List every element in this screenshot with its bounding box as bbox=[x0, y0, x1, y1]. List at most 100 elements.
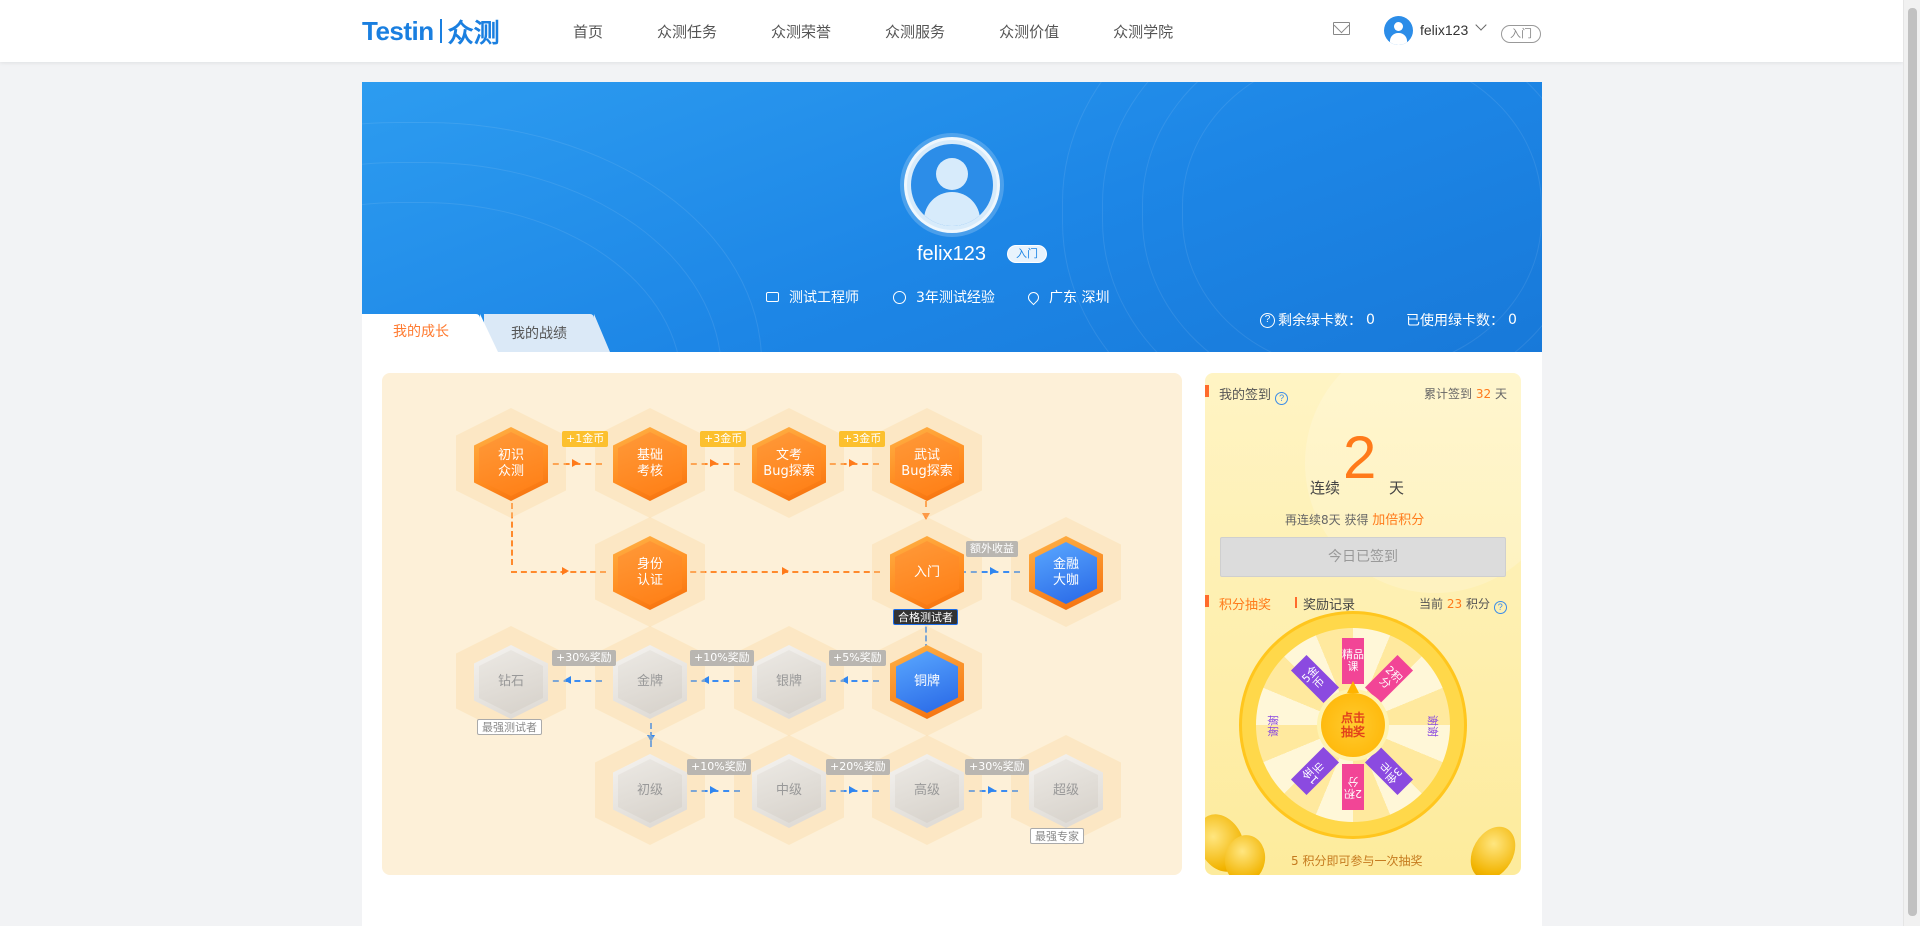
stage-label: 入门 bbox=[913, 565, 940, 580]
stage-label: 初识 bbox=[497, 448, 524, 463]
scroll-thumb[interactable] bbox=[1908, 8, 1917, 916]
reward-tag: +10%奖励 bbox=[690, 650, 754, 666]
reward-tag: +30%奖励 bbox=[552, 650, 616, 666]
stage-label: 考核 bbox=[636, 464, 663, 479]
remaining-cards-label: 剩余绿卡数： bbox=[1278, 313, 1362, 329]
arrow-right-icon bbox=[710, 786, 717, 794]
lottery-wheel: 精品课 2积分 谢谢 3金币 2积分 1金币 谢谢 5金币 点击 抽奖 bbox=[1242, 614, 1464, 836]
experience-text: 3年测试经验 bbox=[916, 290, 995, 306]
reward-tag: +1金币 bbox=[562, 431, 609, 447]
medal-silver[interactable]: 银牌 bbox=[734, 626, 844, 736]
logo-text-cn: 众测 bbox=[447, 18, 500, 49]
header-level-badge: 入门 bbox=[1501, 25, 1541, 43]
used-cards-value: 0 bbox=[1508, 312, 1517, 328]
header-username[interactable]: felix123 bbox=[1420, 22, 1468, 38]
main-nav: 首页 众测任务 众测荣誉 众测服务 众测价值 众测学院 bbox=[573, 0, 1227, 62]
level-junior[interactable]: 初级 bbox=[595, 735, 705, 845]
top-navbar: Testin 众测 首页 众测任务 众测荣誉 众测服务 众测价值 众测学院 fe… bbox=[0, 0, 1903, 62]
nav-academy[interactable]: 众测学院 bbox=[1113, 21, 1173, 42]
profile-experience: 3年测试经验 bbox=[893, 287, 995, 307]
help-icon[interactable]: ? bbox=[1275, 392, 1289, 405]
stage-written-bug[interactable]: 文考 Bug探索 bbox=[734, 408, 844, 518]
profile-banner: felix123 入门 测试工程师 3年测试经验 广东 深圳 ? 剩余绿卡数： … bbox=[362, 82, 1542, 352]
nav-home[interactable]: 首页 bbox=[573, 21, 603, 42]
draw-label: 点击 bbox=[1340, 711, 1365, 725]
stage-label: 铜牌 bbox=[913, 674, 940, 689]
connector bbox=[511, 571, 606, 573]
level-senior[interactable]: 高级 bbox=[872, 735, 982, 845]
arrow-right-icon bbox=[562, 567, 569, 575]
location-pin-icon bbox=[1025, 289, 1042, 305]
arrow-right-icon bbox=[988, 786, 995, 794]
nav-honors[interactable]: 众测荣誉 bbox=[771, 21, 831, 42]
arrow-right-icon bbox=[710, 459, 717, 467]
tab-divider bbox=[1295, 597, 1297, 608]
stage-label: 金牌 bbox=[636, 674, 663, 689]
section-marker bbox=[1205, 595, 1209, 607]
total-days: 32 bbox=[1475, 387, 1492, 401]
total-prefix: 累计签到 bbox=[1424, 387, 1473, 401]
stage-label: Bug探索 bbox=[901, 464, 953, 479]
remaining-cards-value: 0 bbox=[1366, 312, 1375, 328]
nav-services[interactable]: 众测服务 bbox=[885, 21, 945, 42]
stage-intro[interactable]: 初识 众测 bbox=[456, 408, 566, 518]
page-scrollbar[interactable] bbox=[1903, 0, 1920, 926]
medal-gold[interactable]: 金牌 bbox=[595, 626, 705, 736]
help-icon[interactable]: ? bbox=[1260, 312, 1275, 328]
stage-label: 超级 bbox=[1052, 783, 1079, 798]
current-points-value: 23 bbox=[1446, 597, 1463, 611]
prize-2-points: 2积分 bbox=[1342, 764, 1364, 810]
tab-points-lottery[interactable]: 积分抽奖 bbox=[1219, 594, 1271, 613]
signin-button[interactable]: 今日已签到 bbox=[1220, 537, 1506, 577]
streak-hint: 再连续8天 获得 加倍积分 bbox=[1285, 509, 1424, 528]
mail-icon[interactable] bbox=[1333, 22, 1350, 35]
stage-label: 钻石 bbox=[497, 674, 524, 689]
strongest-expert-tag: 最强专家 bbox=[1030, 828, 1084, 844]
hint-bonus: 加倍积分 bbox=[1372, 513, 1425, 528]
testin-logo[interactable]: Testin 众测 bbox=[362, 15, 500, 49]
prize-course: 精品课 bbox=[1342, 638, 1364, 684]
stage-finance-expert[interactable]: 金融 大咖 bbox=[1011, 517, 1121, 627]
arrow-right-icon bbox=[849, 786, 856, 794]
stage-practical-bug[interactable]: 武试 Bug探索 bbox=[872, 408, 982, 518]
stage-label: Bug探索 bbox=[763, 464, 815, 479]
stage-label: 银牌 bbox=[775, 674, 802, 689]
profile-avatar[interactable] bbox=[904, 137, 1000, 233]
reward-tag: +10%奖励 bbox=[687, 759, 751, 775]
chevron-down-icon[interactable] bbox=[1475, 19, 1487, 31]
streak-prefix: 连续 bbox=[1310, 479, 1341, 497]
nav-value[interactable]: 众测价值 bbox=[999, 21, 1059, 42]
profile-role: 测试工程师 bbox=[766, 287, 859, 307]
medal-bronze[interactable]: 铜牌 bbox=[872, 626, 982, 736]
reward-tag: +3金币 bbox=[700, 431, 747, 447]
used-cards: 已使用绿卡数： 0 bbox=[1406, 310, 1517, 330]
section-marker bbox=[1205, 385, 1209, 397]
user-avatar[interactable] bbox=[1384, 16, 1413, 45]
extra-income-tag: 额外收益 bbox=[966, 541, 1018, 557]
arrow-right-icon bbox=[849, 459, 856, 467]
stage-identity[interactable]: 身份 认证 bbox=[595, 517, 705, 627]
logo-divider bbox=[439, 19, 442, 43]
role-text: 测试工程师 bbox=[789, 290, 859, 306]
draw-label: 抽奖 bbox=[1340, 725, 1365, 739]
total-signin: 累计签到 32 天 bbox=[1424, 385, 1507, 402]
connector bbox=[680, 571, 880, 573]
arrow-right-icon bbox=[782, 567, 789, 575]
nav-tasks[interactable]: 众测任务 bbox=[657, 21, 717, 42]
level-mid[interactable]: 中级 bbox=[734, 735, 844, 845]
logo-text-en: Testin bbox=[362, 15, 434, 46]
hint-prefix: 再连续8天 获得 bbox=[1285, 513, 1369, 527]
tab-my-growth[interactable]: 我的成长 bbox=[362, 314, 498, 352]
coin-decoration bbox=[1461, 818, 1521, 875]
lottery-draw-button[interactable]: 点击 抽奖 bbox=[1321, 681, 1385, 757]
stage-basic-exam[interactable]: 基础 考核 bbox=[595, 408, 705, 518]
reward-tag: +30%奖励 bbox=[965, 759, 1029, 775]
reward-tag: +5%奖励 bbox=[829, 650, 886, 666]
stage-label: 金融 bbox=[1052, 557, 1079, 572]
help-icon[interactable]: ? bbox=[1493, 601, 1507, 614]
stage-label: 认证 bbox=[636, 573, 663, 588]
tab-reward-record[interactable]: 奖励记录 bbox=[1303, 594, 1355, 613]
stage-label: 身份 bbox=[636, 557, 663, 572]
tab-my-record[interactable]: 我的战绩 bbox=[484, 314, 610, 352]
lottery-footer: 5 积分即可参与一次抽奖 bbox=[1291, 854, 1423, 868]
